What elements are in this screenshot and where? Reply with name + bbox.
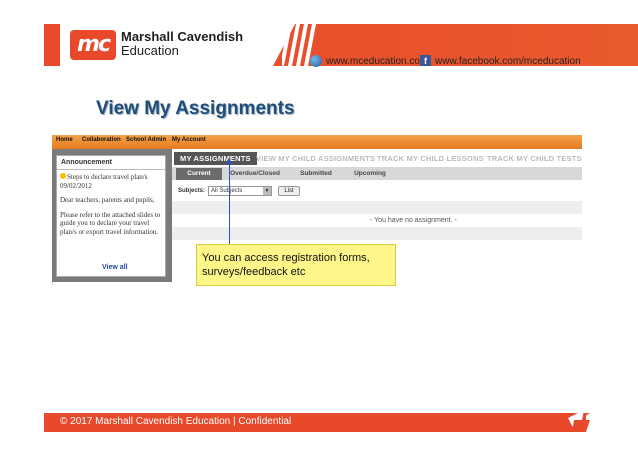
nav-school-admin[interactable]: School Admin xyxy=(126,137,166,143)
arrow-up-icon xyxy=(226,158,232,164)
brand-name: Marshall Cavendish Education xyxy=(121,30,243,58)
chevron-down-icon: ▼ xyxy=(263,187,271,195)
callout-line1: You can access registration forms, xyxy=(202,252,370,264)
announcement-panel: Announcement Steps to declare travel pla… xyxy=(56,155,166,277)
callout-line2: surveys/feedback etc xyxy=(202,266,306,278)
announcement-text: Please refer to the attached slides to g… xyxy=(60,210,161,236)
tab-view-child-assignments[interactable]: VIEW MY CHILD ASSIGNMENTS xyxy=(256,152,375,165)
announcement-item-link[interactable]: Steps to declare travel plan/s 09/02/201… xyxy=(60,173,147,190)
subtab-overdue-closed[interactable]: Overdue/Closed xyxy=(224,168,286,180)
subjects-label: Subjects: xyxy=(178,188,206,194)
subtab-current[interactable]: Current xyxy=(176,168,222,180)
facebook-icon: f xyxy=(420,55,431,66)
divider xyxy=(57,169,165,170)
mc-logo: mc xyxy=(70,30,116,60)
subtab-upcoming[interactable]: Upcoming xyxy=(346,168,394,180)
top-nav: Home Collaboration School Admin My Accou… xyxy=(52,135,582,149)
callout-pointer xyxy=(229,160,230,246)
view-all-link[interactable]: View all xyxy=(102,264,128,271)
nav-my-account[interactable]: My Account xyxy=(172,137,206,143)
footer-copyright: © 2017 Marshall Cavendish Education | Co… xyxy=(60,416,292,427)
callout-note: You can access registration forms, surve… xyxy=(196,244,396,286)
bullet-icon xyxy=(60,173,66,179)
subtab-submitted[interactable]: Submitted xyxy=(288,168,344,180)
nav-collaboration[interactable]: Collaboration xyxy=(82,137,121,143)
mc-corner-logo xyxy=(560,410,590,432)
announcement-body: Steps to declare travel plan/s 09/02/201… xyxy=(60,173,164,242)
website-link[interactable]: www.mceducation.com xyxy=(326,56,428,67)
facebook-link[interactable]: www.facebook.com/mceducation xyxy=(435,56,581,67)
no-assignment-message: - You have no assignment. - xyxy=(370,217,457,224)
brand-line2: Education xyxy=(121,43,179,58)
page-title: View My Assignments xyxy=(96,98,295,119)
globe-icon xyxy=(310,55,322,67)
announcement-heading: Announcement xyxy=(61,159,112,166)
subjects-select[interactable]: All Subjects ▼ xyxy=(208,186,272,196)
announcement-greeting: Dear teachers, parents and pupils, xyxy=(60,196,155,204)
tab-track-child-lessons[interactable]: TRACK MY CHILD LESSONS xyxy=(377,152,484,165)
tab-my-assignments[interactable]: MY ASSIGNMENTS xyxy=(174,152,257,165)
subjects-value: All Subjects xyxy=(211,188,243,194)
nav-home[interactable]: Home xyxy=(56,137,73,143)
table-row xyxy=(172,227,582,240)
tab-track-child-tests[interactable]: TRACK MY CHILD TESTS xyxy=(487,152,582,165)
brand-line1: Marshall Cavendish xyxy=(121,29,244,44)
list-button[interactable]: List xyxy=(278,186,300,196)
table-row xyxy=(172,201,582,214)
